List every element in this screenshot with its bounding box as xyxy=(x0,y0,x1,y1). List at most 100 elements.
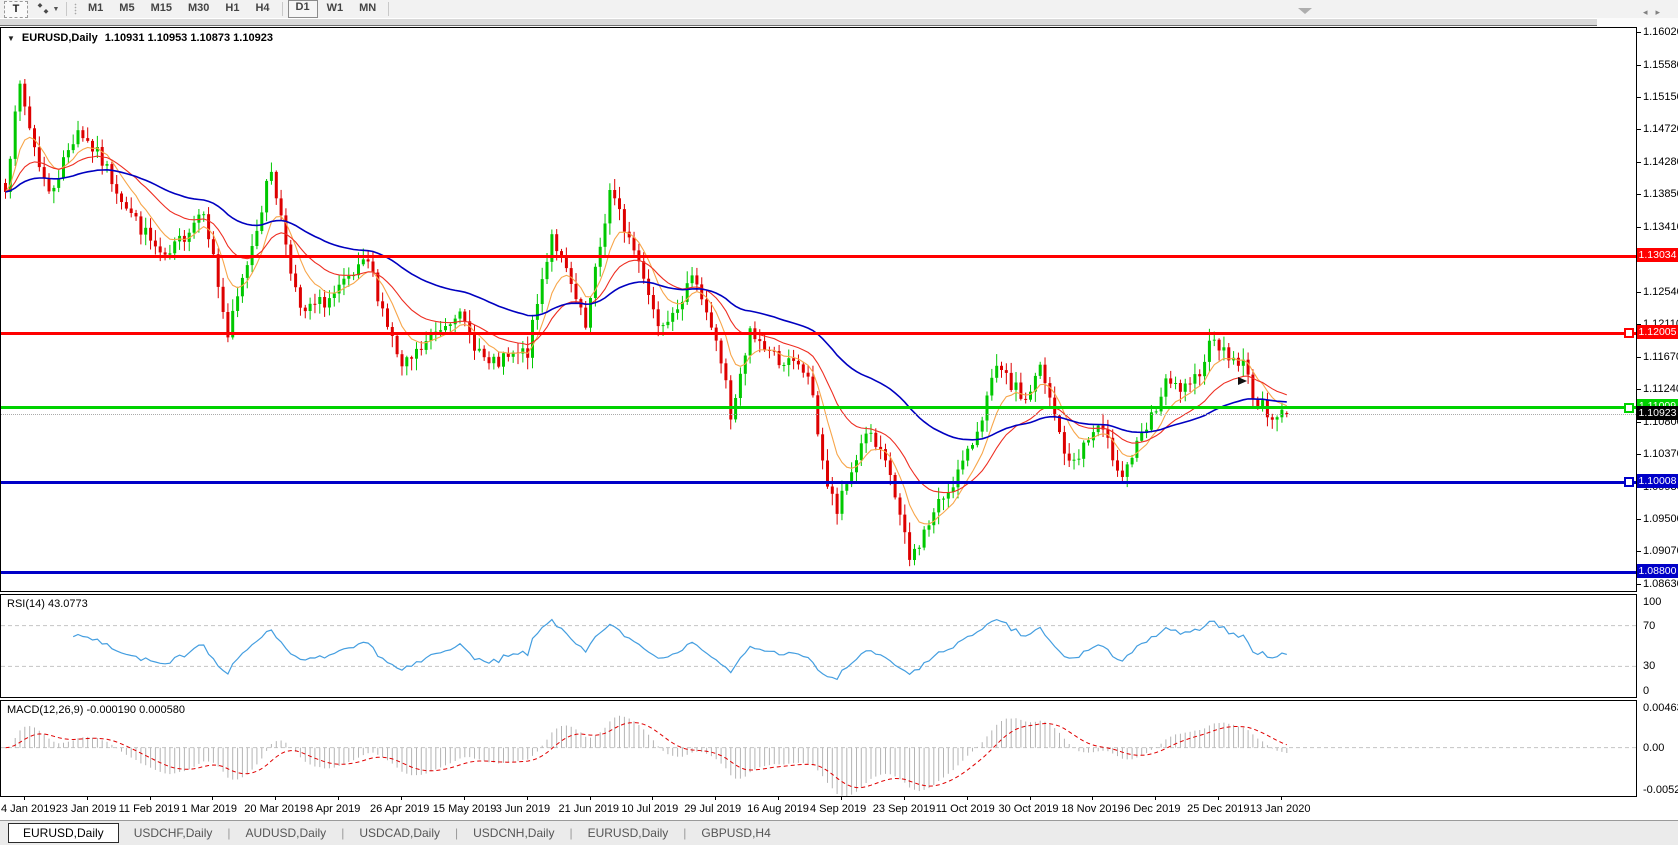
rsi-canvas[interactable] xyxy=(1,595,1636,697)
tab-scroll-right-icon[interactable]: ▸ xyxy=(1655,7,1668,17)
tab-eurusddaily-5[interactable]: EURUSD,Daily xyxy=(573,823,684,843)
trading-terminal: T ▼ M1M5M15M30H1H4 D1W1MN ▼ EURUSD,Daily … xyxy=(0,0,1678,845)
axis-tick-dash xyxy=(1637,519,1641,520)
macd-tick-label: -0.00529 xyxy=(1643,784,1678,796)
macd-canvas[interactable] xyxy=(1,701,1636,796)
timeframe-button-MN[interactable]: MN xyxy=(352,1,383,17)
tab-gbpusdh4-6[interactable]: GBPUSD,H4 xyxy=(686,823,785,843)
date-label: 26 Apr 2019 xyxy=(370,803,429,815)
price-chart-canvas[interactable] xyxy=(1,28,1636,591)
horizontal-line-1.08800[interactable] xyxy=(1,571,1636,574)
date-tick xyxy=(275,797,276,800)
line-handle[interactable] xyxy=(1624,403,1634,413)
axis-tick-dash xyxy=(1637,422,1641,423)
price-line-badge: 1.10008 xyxy=(1637,474,1678,488)
arrows-tool-button[interactable]: ▼ xyxy=(32,2,62,17)
chart-symbol: EURUSD,Daily xyxy=(22,32,98,44)
date-label: 11 Feb 2019 xyxy=(119,803,180,815)
axis-tick-dash xyxy=(1637,389,1641,390)
price-tick-label: 1.08630 xyxy=(1643,578,1678,590)
tab-scroll-left-icon[interactable]: ◂ xyxy=(1643,7,1656,17)
date-tick xyxy=(1155,797,1156,800)
text-tool-button[interactable]: T xyxy=(4,1,28,18)
horizontal-line-1.12005[interactable] xyxy=(1,332,1636,335)
macd-axis[interactable]: 0.00463 0.00 -0.00529 xyxy=(1637,700,1678,797)
timeframe-button-D1[interactable]: D1 xyxy=(288,0,318,18)
date-tick xyxy=(967,797,968,800)
axis-tick-dash xyxy=(1637,357,1641,358)
macd-tick-label: 0.00463 xyxy=(1643,702,1678,714)
macd-values: -0.000190 0.000580 xyxy=(86,704,184,716)
date-tick xyxy=(24,797,25,800)
date-tick xyxy=(1281,797,1282,800)
axis-tick-dash xyxy=(1637,65,1641,66)
scrollbar-thumb[interactable] xyxy=(0,18,1597,26)
tab-scroll-arrows: ◂▸ xyxy=(1643,7,1668,18)
timeframe-button-H4[interactable]: H4 xyxy=(248,1,276,17)
date-tick xyxy=(527,797,528,800)
axis-tick-dash xyxy=(1637,32,1641,33)
date-tick xyxy=(212,797,213,800)
price-axis[interactable]: 1.160201.155801.151501.147201.142801.138… xyxy=(1637,27,1678,592)
tab-audusddaily-2[interactable]: AUDUSD,Daily xyxy=(231,823,342,843)
rsi-axis[interactable]: 10070300 xyxy=(1637,594,1678,698)
timeframe-button-M30[interactable]: M30 xyxy=(181,1,216,17)
current-price-badge: 1.10923 xyxy=(1637,406,1678,420)
symbol-dropdown-icon[interactable]: ▼ xyxy=(7,34,15,43)
price-tick-label: 1.15580 xyxy=(1643,59,1678,71)
tab-usdchfdaily-1[interactable]: USDCHF,Daily xyxy=(119,823,228,843)
toolbar: T ▼ M1M5M15M30H1H4 D1W1MN xyxy=(0,0,1678,19)
price-tick-label: 1.14280 xyxy=(1643,156,1678,168)
rsi-tick-label: 70 xyxy=(1643,620,1655,632)
price-tick-label: 1.15150 xyxy=(1643,91,1678,103)
axis-tick-dash xyxy=(1637,227,1641,228)
tab-usdcnhdaily-4[interactable]: USDCNH,Daily xyxy=(458,823,569,843)
tab-usdcaddaily-3[interactable]: USDCAD,Daily xyxy=(344,823,455,843)
line-handle[interactable] xyxy=(1624,477,1634,487)
price-tick-label: 1.16020 xyxy=(1643,26,1678,38)
rsi-value: 43.0773 xyxy=(48,598,88,610)
axis-tick-dash xyxy=(1637,551,1641,552)
date-tick xyxy=(1030,797,1031,800)
date-label: 4 Sep 2019 xyxy=(810,803,866,815)
timeframe-button-H1[interactable]: H1 xyxy=(218,1,246,17)
date-tick xyxy=(1218,797,1219,800)
horizontal-line-1.13034[interactable] xyxy=(1,255,1636,258)
date-axis[interactable]: 4 Jan 201923 Jan 201911 Feb 20191 Mar 20… xyxy=(0,797,1678,820)
rsi-label: RSI(14) 43.0773 xyxy=(7,598,88,610)
timeframe-button-M1[interactable]: M1 xyxy=(81,1,110,17)
date-tick xyxy=(652,797,653,800)
date-label: 23 Jan 2019 xyxy=(56,803,117,815)
chevron-down-icon: ▼ xyxy=(53,6,60,13)
toolbar-separator xyxy=(66,2,67,16)
axis-tick-dash xyxy=(1637,162,1641,163)
axis-tick-dash xyxy=(1637,584,1641,585)
chart-shift-marker-icon[interactable] xyxy=(1298,8,1312,14)
horizontal-line-1.10008[interactable] xyxy=(1,481,1636,484)
current-price-line xyxy=(1,414,1636,415)
price-chart-panel[interactable]: ▼ EURUSD,Daily 1.10931 1.10953 1.10873 1… xyxy=(0,27,1637,592)
timeframe-button-M15[interactable]: M15 xyxy=(144,1,179,17)
chart-h-scrollbar[interactable] xyxy=(0,18,1678,27)
horizontal-line-1.11009[interactable] xyxy=(1,406,1636,409)
date-label: 8 Apr 2019 xyxy=(307,803,360,815)
rsi-tick-label: 100 xyxy=(1643,596,1661,608)
chart-arrow-object[interactable] xyxy=(1238,377,1247,385)
timeframe-button-M5[interactable]: M5 xyxy=(112,1,141,17)
price-line-badge: 1.13034 xyxy=(1637,248,1678,262)
macd-panel[interactable]: MACD(12,26,9) -0.000190 0.000580 xyxy=(0,700,1637,797)
date-label: 6 Dec 2019 xyxy=(1124,803,1180,815)
line-handle[interactable] xyxy=(1624,328,1634,338)
chart-title: ▼ EURUSD,Daily 1.10931 1.10953 1.10873 1… xyxy=(7,32,273,44)
date-tick xyxy=(715,797,716,800)
tab-eurusddaily-0[interactable]: EURUSD,Daily xyxy=(8,823,119,843)
timeframe-button-W1[interactable]: W1 xyxy=(320,1,351,17)
axis-tick-dash xyxy=(1637,292,1641,293)
rsi-panel[interactable]: RSI(14) 43.0773 xyxy=(0,594,1637,698)
axis-tick-dash xyxy=(1637,129,1641,130)
rsi-name: RSI(14) xyxy=(7,598,45,610)
axis-tick-dash xyxy=(1637,454,1641,455)
price-tick-label: 1.10370 xyxy=(1643,448,1678,460)
price-tick-label: 1.09070 xyxy=(1643,545,1678,557)
macd-tick-label: 0.00 xyxy=(1643,742,1664,754)
